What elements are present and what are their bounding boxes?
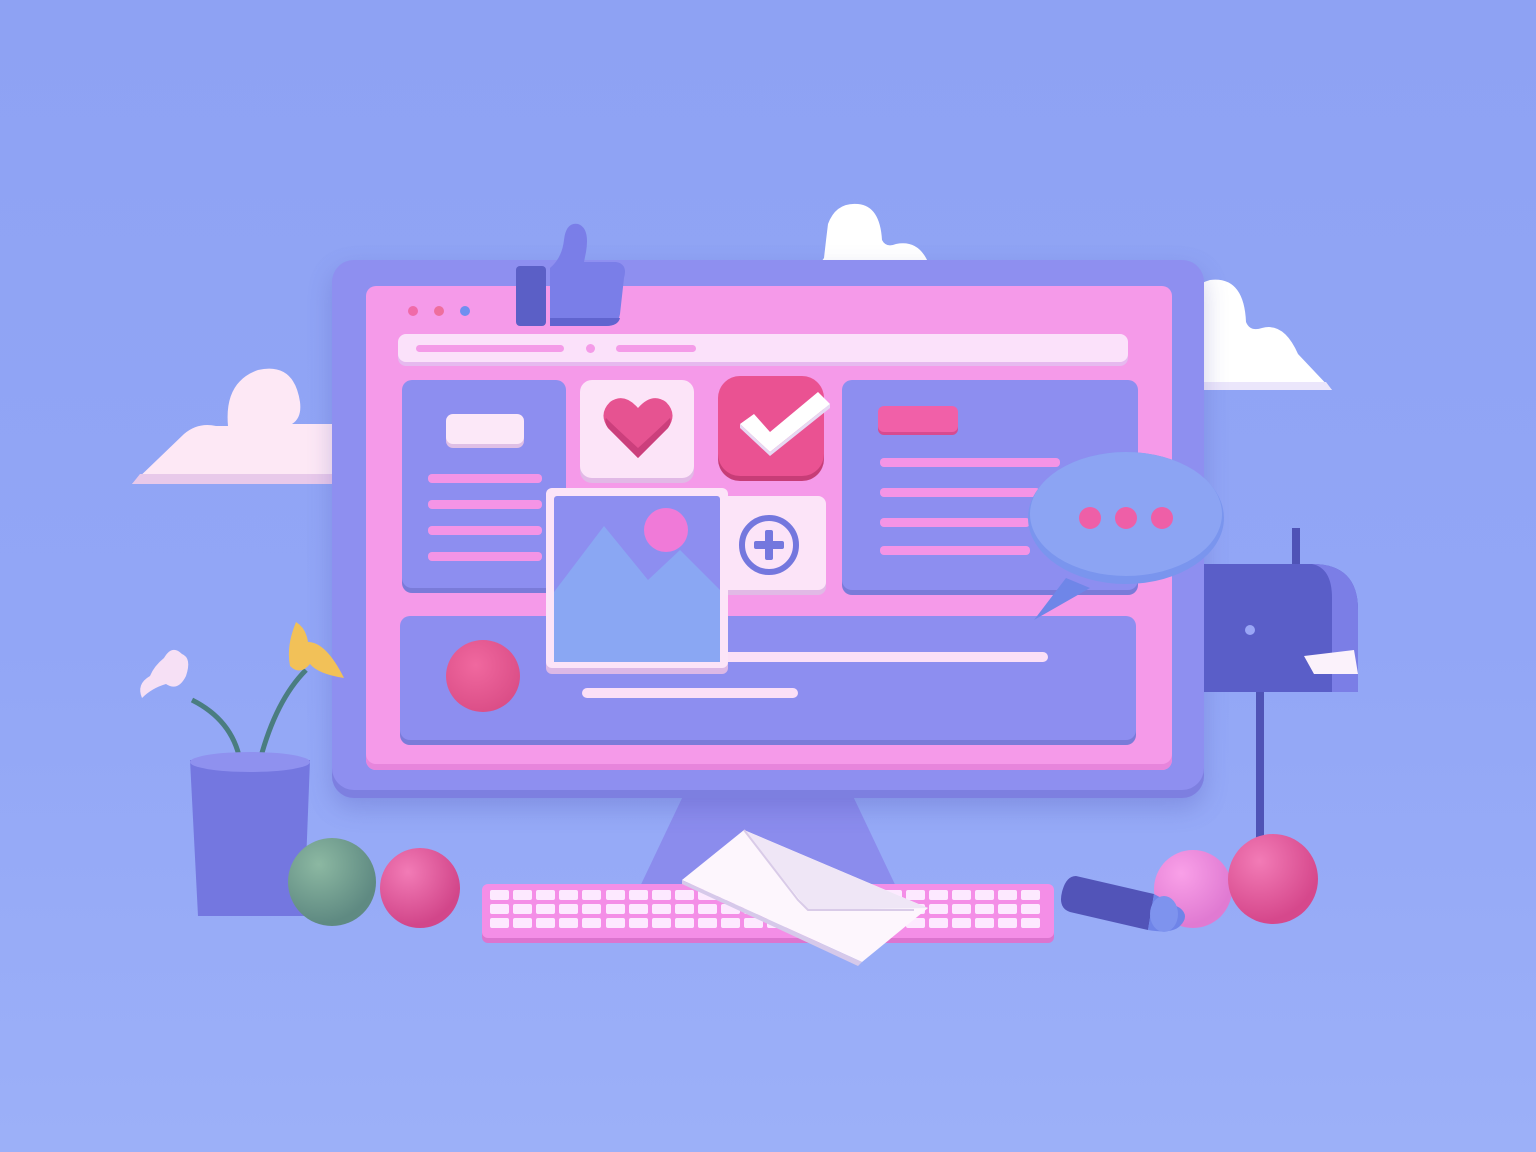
keyboard-key[interactable] [536,918,556,928]
keyboard-key[interactable] [952,904,971,914]
address-text-2 [616,345,696,352]
keyboard-key[interactable] [952,918,971,928]
cloud-left-icon [132,362,332,488]
keyboard-key[interactable] [582,890,602,900]
keyboard-key[interactable] [998,904,1018,914]
keyboard-key[interactable] [490,918,509,928]
keyboard-key[interactable] [490,890,509,900]
left-card-title [446,414,524,444]
keyboard-key[interactable] [651,890,671,900]
text-line [880,488,1040,497]
keyboard-key[interactable] [605,904,625,914]
address-text [416,345,564,352]
keyboard-key[interactable] [928,904,948,914]
mailbox-icon [1204,528,1362,852]
pink-ball-right [1228,834,1318,924]
keyboard-key[interactable] [536,904,556,914]
checkmark-icon [736,390,832,460]
text-line [428,500,542,509]
pencil-icon [1058,872,1190,942]
text-line [880,518,1030,527]
keyboard-key[interactable] [628,904,648,914]
envelope-icon[interactable] [682,826,928,970]
address-separator-dot [586,344,595,353]
keyboard-key[interactable] [559,918,579,928]
keyboard-key[interactable] [513,918,533,928]
keyboard-key[interactable] [559,890,579,900]
image-icon [554,496,720,666]
chat-bubble-icon[interactable] [1026,450,1226,626]
text-line [428,474,542,483]
keyboard-key[interactable] [513,904,533,914]
keyboard-key[interactable] [628,918,648,928]
keyboard-key[interactable] [1021,918,1041,928]
keyboard-key[interactable] [536,890,556,900]
window-dot-maximize[interactable] [460,306,470,316]
right-card-title [878,406,958,432]
window-dot-close[interactable] [408,306,418,316]
caption-line [582,688,798,698]
keyboard-key[interactable] [1021,890,1041,900]
plus-icon [738,514,800,580]
keyboard-key[interactable] [605,890,625,900]
keyboard-key[interactable] [928,918,948,928]
progress-line [720,652,1048,662]
keyboard-key[interactable] [582,904,602,914]
keyboard-key[interactable] [975,890,995,900]
keyboard-key[interactable] [998,918,1018,928]
text-line [428,552,542,561]
green-ball [288,838,376,926]
keyboard-key[interactable] [928,890,948,900]
text-line [880,546,1030,555]
keyboard-key[interactable] [490,904,509,914]
heart-icon [602,394,674,466]
window-dot-minimize[interactable] [434,306,444,316]
keyboard-key[interactable] [651,904,671,914]
keyboard-key[interactable] [628,890,648,900]
keyboard-key[interactable] [582,918,602,928]
illustration-scene [0,0,1536,1152]
keyboard-key[interactable] [605,918,625,928]
keyboard-key[interactable] [975,904,995,914]
keyboard-key[interactable] [998,890,1018,900]
text-line [428,526,542,535]
pink-ball-left [380,848,460,928]
keyboard-key[interactable] [975,918,995,928]
keyboard-key[interactable] [651,918,671,928]
thumbs-up-icon[interactable] [516,218,628,332]
keyboard-key[interactable] [952,890,971,900]
keyboard-key[interactable] [559,904,579,914]
keyboard-key[interactable] [513,890,533,900]
avatar[interactable] [446,640,520,712]
keyboard-key[interactable] [1021,904,1041,914]
